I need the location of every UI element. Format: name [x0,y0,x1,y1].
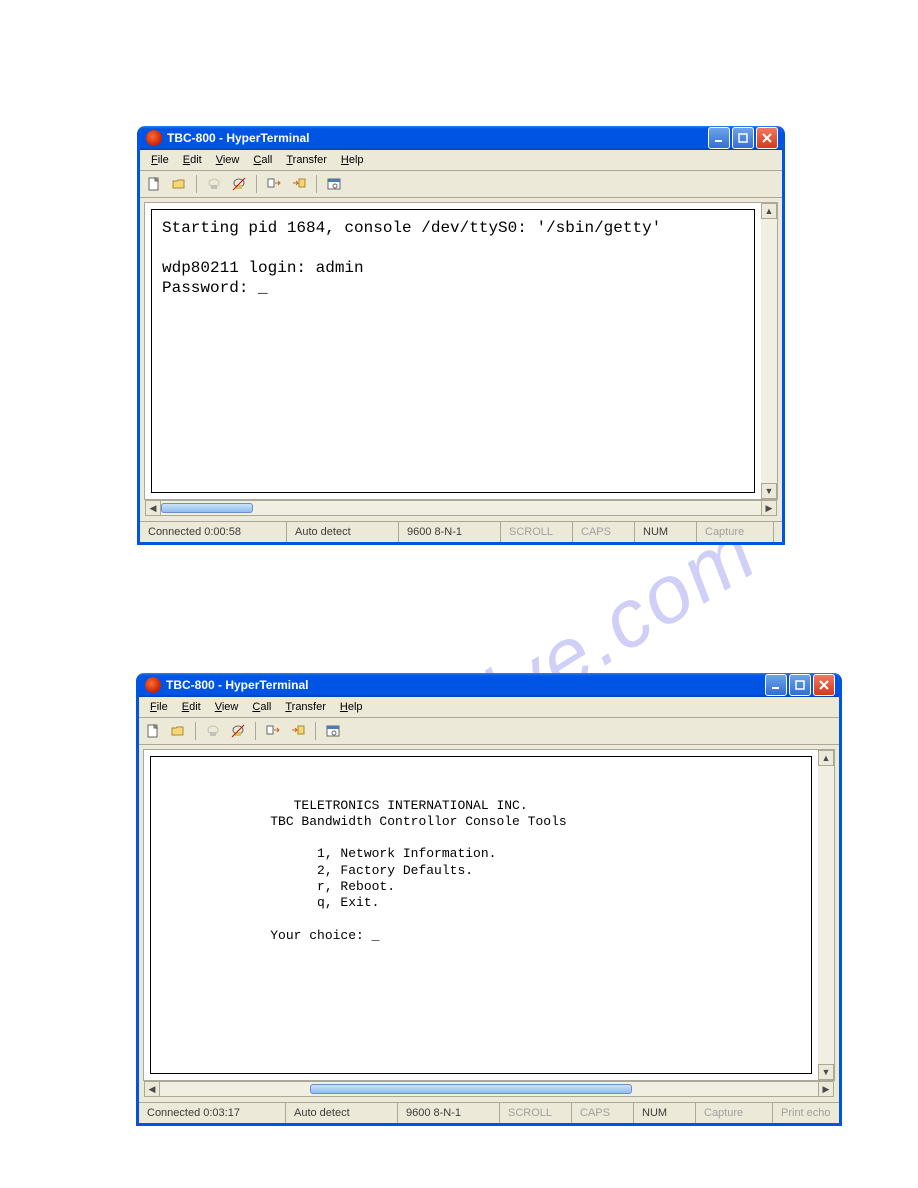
horizontal-scrollbar[interactable] [161,500,761,516]
status-port: 9600 8-N-1 [398,1103,500,1123]
hyperterminal-window-1: TBC-800 - HyperTerminal File Edit View C… [137,126,785,545]
menu-view[interactable]: View [208,699,246,715]
terminal-area[interactable]: TELETRONICS INTERNATIONAL INC. TBC Bandw… [143,749,835,1081]
minimize-button[interactable] [765,674,787,696]
terminal-output: Starting pid 1684, console /dev/ttyS0: '… [152,210,754,298]
titlebar[interactable]: TBC-800 - HyperTerminal [140,126,782,150]
toolbar [140,171,782,198]
new-icon[interactable] [143,721,163,741]
titlebar[interactable]: TBC-800 - HyperTerminal [139,673,839,697]
app-icon [146,130,162,146]
menu-transfer[interactable]: Transfer [279,152,334,168]
menu-file[interactable]: File [144,152,176,168]
new-icon[interactable] [144,174,164,194]
properties-icon[interactable] [323,721,343,741]
horizontal-thumb[interactable] [310,1084,632,1094]
menu-call[interactable]: Call [245,699,278,715]
status-autodetect: Auto detect [287,522,399,542]
scroll-down-button[interactable]: ▼ [761,483,777,499]
maximize-button[interactable] [789,674,811,696]
status-connected: Connected 0:00:58 [140,522,287,542]
menu-edit[interactable]: Edit [175,699,208,715]
status-scroll: SCROLL [501,522,573,542]
minimize-button[interactable] [708,127,730,149]
disconnect-icon[interactable] [228,721,248,741]
toolbar-divider [315,722,316,740]
app-icon [145,677,161,693]
maximize-button[interactable] [732,127,754,149]
status-num: NUM [634,1103,696,1123]
status-num: NUM [635,522,697,542]
status-autodetect: Auto detect [286,1103,398,1123]
receive-icon[interactable] [288,721,308,741]
toolbar-divider [255,722,256,740]
toolbar-divider [316,175,317,193]
connect-icon [204,174,224,194]
status-capture: Capture [696,1103,773,1123]
menu-transfer[interactable]: Transfer [278,699,333,715]
menu-view[interactable]: View [209,152,247,168]
scroll-up-button[interactable]: ▲ [818,750,834,766]
send-icon[interactable] [263,721,283,741]
statusbar: Connected 0:03:17 Auto detect 9600 8-N-1… [139,1102,839,1123]
terminal-output: TELETRONICS INTERNATIONAL INC. TBC Bandw… [151,757,811,944]
send-icon[interactable] [264,174,284,194]
menu-help[interactable]: Help [334,152,371,168]
receive-icon[interactable] [289,174,309,194]
open-icon[interactable] [168,721,188,741]
scroll-left-button[interactable]: ◀ [144,1081,160,1097]
menu-call[interactable]: Call [246,152,279,168]
close-button[interactable] [756,127,778,149]
properties-icon[interactable] [324,174,344,194]
scroll-down-button[interactable]: ▼ [818,1064,834,1080]
toolbar-divider [256,175,257,193]
menu-file[interactable]: File [143,699,175,715]
close-button[interactable] [813,674,835,696]
status-printecho: Print echo [773,1103,840,1123]
terminal-area[interactable]: Starting pid 1684, console /dev/ttyS0: '… [144,202,778,500]
connect-icon [203,721,223,741]
window-title: TBC-800 - HyperTerminal [167,131,708,145]
menubar: File Edit View Call Transfer Help [140,150,782,171]
vertical-scrollbar[interactable] [818,766,834,1064]
hyperterminal-window-2: TBC-800 - HyperTerminal File Edit View C… [136,673,842,1126]
vertical-scrollbar[interactable] [761,219,777,483]
toolbar-divider [196,175,197,193]
status-caps: CAPS [573,522,635,542]
status-printecho: Print echo [774,522,785,542]
menu-help[interactable]: Help [333,699,370,715]
status-connected: Connected 0:03:17 [139,1103,286,1123]
status-capture: Capture [697,522,774,542]
scroll-right-button[interactable]: ▶ [818,1081,834,1097]
horizontal-thumb[interactable] [161,503,253,513]
scroll-left-button[interactable]: ◀ [145,500,161,516]
toolbar-divider [195,722,196,740]
open-icon[interactable] [169,174,189,194]
menubar: File Edit View Call Transfer Help [139,697,839,718]
scroll-up-button[interactable]: ▲ [761,203,777,219]
status-caps: CAPS [572,1103,634,1123]
window-title: TBC-800 - HyperTerminal [166,678,765,692]
statusbar: Connected 0:00:58 Auto detect 9600 8-N-1… [140,521,782,542]
menu-edit[interactable]: Edit [176,152,209,168]
disconnect-icon[interactable] [229,174,249,194]
status-port: 9600 8-N-1 [399,522,501,542]
horizontal-scrollbar[interactable] [160,1081,818,1097]
status-scroll: SCROLL [500,1103,572,1123]
scroll-right-button[interactable]: ▶ [761,500,777,516]
toolbar [139,718,839,745]
